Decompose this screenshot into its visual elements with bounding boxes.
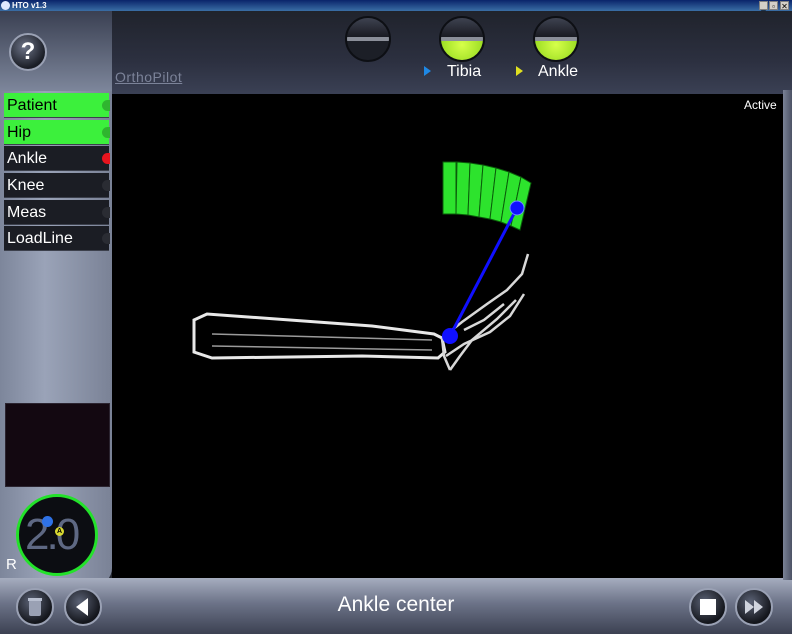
right-edge: [783, 90, 792, 580]
menu-item-patient[interactable]: Patient: [4, 93, 110, 118]
menu-item-label: Patient: [7, 97, 57, 114]
maximize-button[interactable]: ▫: [769, 1, 778, 11]
tibia-position-icon: [42, 516, 53, 527]
progress-segment: [442, 161, 457, 215]
tracker-label-tibia: Tibia: [447, 63, 482, 80]
tibia-bone: [192, 312, 447, 360]
menu-item-hip[interactable]: Hip: [4, 119, 110, 145]
skip-forward-button[interactable]: [735, 588, 773, 626]
tracker-indicator-ankle: [533, 16, 579, 62]
ankle-center-marker: [442, 328, 458, 344]
info-panel: [5, 403, 110, 487]
status-dot-icon: [102, 126, 110, 138]
help-button[interactable]: ?: [9, 33, 47, 71]
brand-logo: OrthoPilot: [115, 69, 183, 85]
pointer-line: [448, 207, 519, 337]
stop-button[interactable]: [689, 588, 727, 626]
menu-item-knee[interactable]: Knee: [4, 173, 110, 199]
navigation-viewport[interactable]: Active: [112, 94, 783, 578]
menu-item-loadline[interactable]: LoadLine: [4, 226, 110, 252]
trash-icon: [28, 598, 42, 616]
instruction-text: Ankle center: [337, 593, 455, 616]
ankle-marker-icon: [516, 66, 523, 76]
fast-forward-icon: [745, 600, 763, 614]
window-title-bar: HTO v1.3 _ ▫ ✕: [0, 0, 792, 11]
menu-item-label: LoadLine: [7, 230, 73, 248]
minimize-button[interactable]: _: [759, 1, 768, 11]
close-button[interactable]: ✕: [780, 1, 789, 11]
menu-item-label: Ankle: [7, 150, 48, 168]
side-indicator: R: [6, 556, 17, 573]
delete-button[interactable]: [16, 588, 54, 626]
status-dot-icon: [102, 180, 110, 192]
tracker-indicator-tibia: [439, 16, 485, 62]
tibia-marker-icon: [424, 66, 431, 76]
status-label: Active: [744, 98, 777, 112]
ankle-position-icon: A: [55, 527, 64, 536]
status-dot-icon: [102, 233, 110, 245]
leg-visualization: [192, 161, 532, 371]
acquisition-progress-arc: [442, 161, 532, 231]
arrow-left-icon: [76, 598, 88, 616]
tracker-indicator-1: [345, 16, 391, 62]
workflow-menu: Patient Hip Ankle Knee Meas LoadLine: [4, 93, 110, 253]
menu-item-label: Meas: [7, 203, 47, 221]
menu-item-label: Knee: [7, 177, 45, 195]
status-dot-icon: [102, 100, 110, 111]
status-dot-icon: [102, 153, 110, 165]
stop-icon: [700, 599, 716, 615]
window-title: HTO v1.3: [12, 1, 47, 10]
tracker-label-ankle: Ankle: [538, 63, 579, 80]
menu-item-ankle[interactable]: Ankle: [4, 146, 110, 172]
status-dot-icon: [102, 206, 110, 218]
pointer-tip-marker: [509, 200, 525, 216]
app-icon: [1, 1, 10, 10]
back-button[interactable]: [64, 588, 102, 626]
menu-item-label: Hip: [7, 123, 32, 141]
menu-item-meas[interactable]: Meas: [4, 199, 110, 225]
